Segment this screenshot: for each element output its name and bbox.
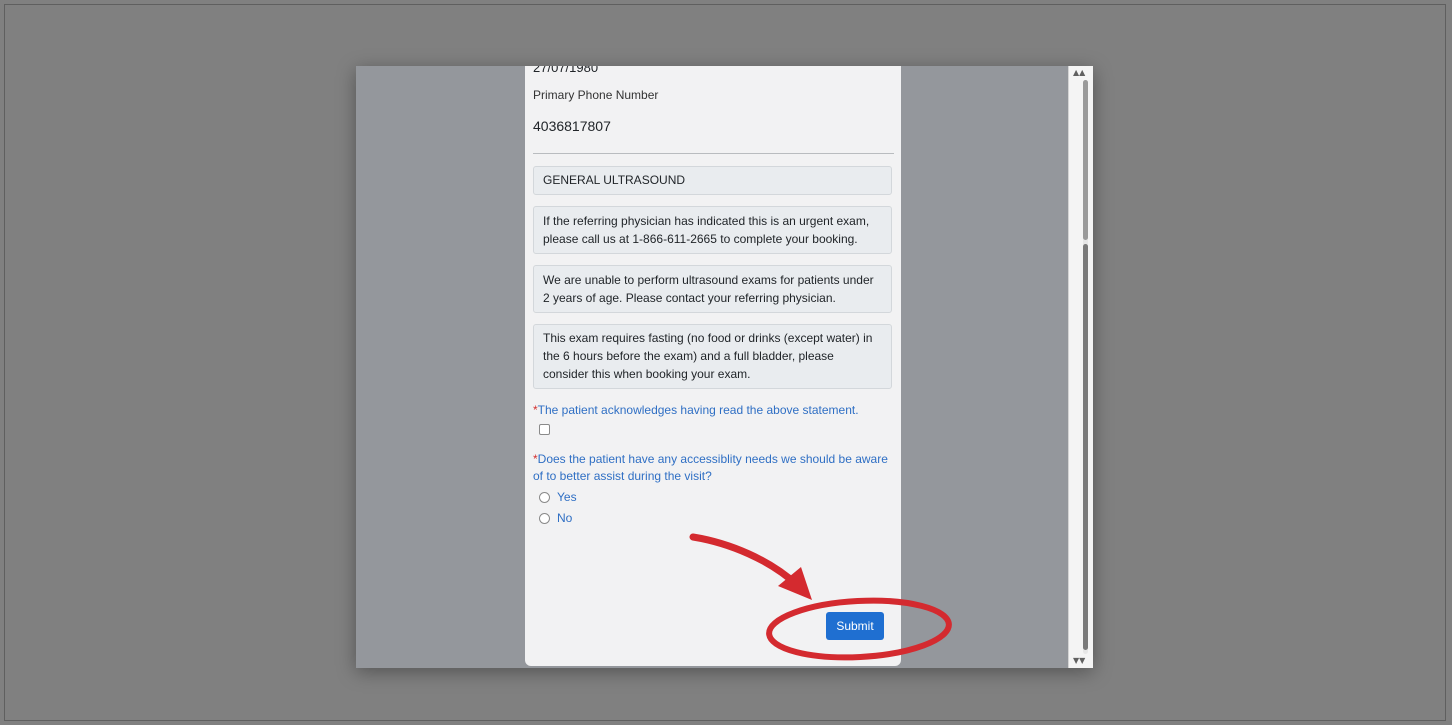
radio-option-yes[interactable]: Yes — [539, 489, 577, 505]
scroll-thumb[interactable] — [1083, 244, 1088, 650]
section-divider — [533, 153, 894, 154]
date-of-birth-value: 27/07/1980 — [533, 66, 599, 75]
fasting-notice: This exam requires fasting (no food or d… — [533, 324, 892, 389]
urgent-exam-notice: If the referring physician has indicated… — [533, 206, 892, 254]
vertical-scrollbar[interactable]: ▲▲ ▼▼ — [1068, 66, 1093, 668]
booking-form-panel: 27/07/1980 Primary Phone Number 40368178… — [525, 66, 901, 666]
scroll-down-arrow-icon[interactable]: ▼▼ — [1073, 657, 1085, 665]
radio-option-no[interactable]: No — [539, 510, 572, 526]
scroll-thumb-upper[interactable] — [1083, 80, 1088, 240]
acknowledge-checkbox[interactable] — [539, 424, 550, 435]
radio-label-yes[interactable]: Yes — [557, 490, 577, 504]
modal-window: 27/07/1980 Primary Phone Number 40368178… — [356, 66, 1093, 668]
radio-label-no[interactable]: No — [557, 511, 572, 525]
exam-title-box: GENERAL ULTRASOUND — [533, 166, 892, 195]
accessibility-question-text: Does the patient have any accessiblity n… — [533, 452, 888, 483]
radio-circle[interactable] — [539, 491, 550, 503]
scroll-up-arrow-icon[interactable]: ▲▲ — [1073, 69, 1085, 77]
age-restriction-notice: We are unable to perform ultrasound exam… — [533, 265, 892, 313]
acknowledge-question: *The patient acknowledges having read th… — [533, 402, 893, 419]
radio-circle[interactable] — [539, 512, 550, 524]
submit-button[interactable]: Submit — [826, 612, 884, 640]
acknowledge-question-text: The patient acknowledges having read the… — [537, 403, 859, 417]
accessibility-question: *Does the patient have any accessiblity … — [533, 451, 893, 485]
phone-label: Primary Phone Number — [533, 88, 659, 102]
phone-value: 4036817807 — [533, 118, 611, 134]
